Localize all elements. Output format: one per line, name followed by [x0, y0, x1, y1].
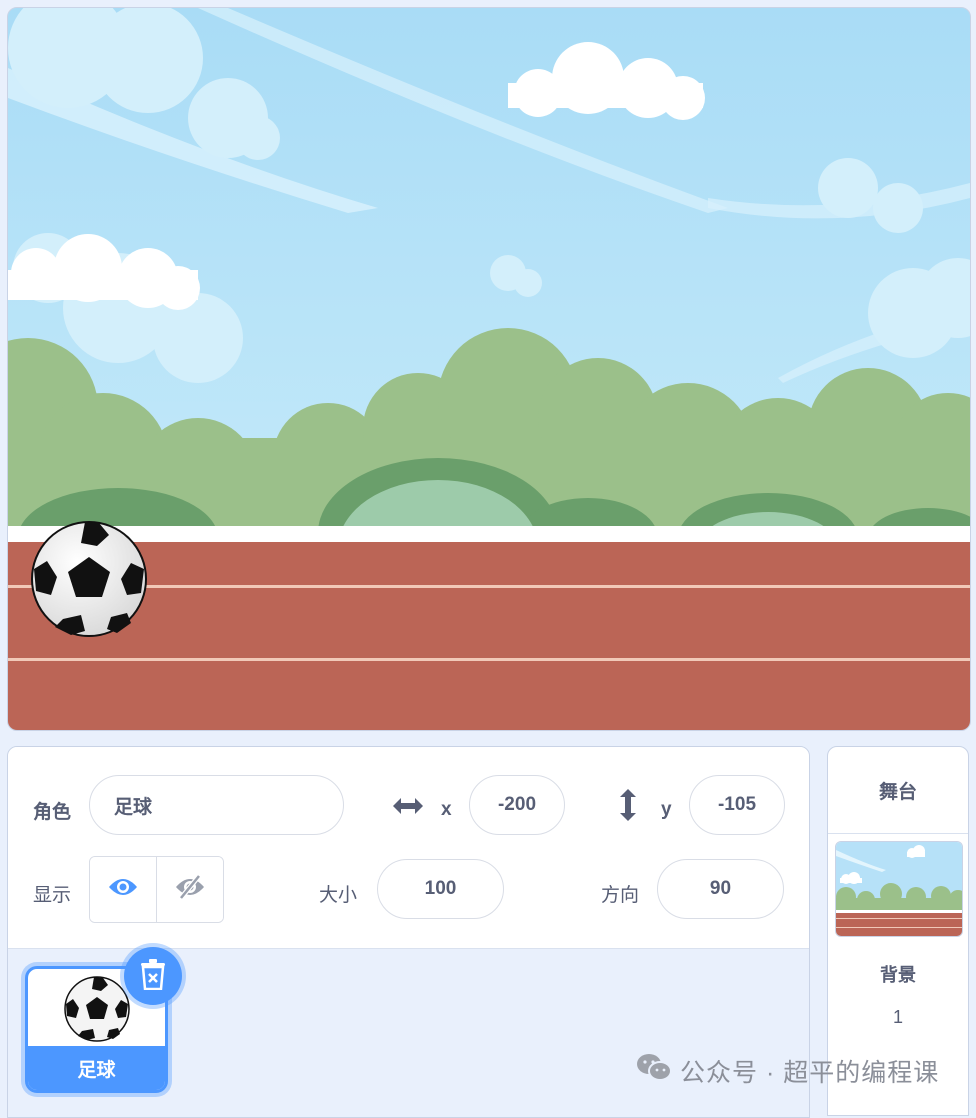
vertical-arrows-icon: [616, 787, 640, 828]
direction-label: 方向: [601, 885, 640, 906]
backdrops-count: 1: [892, 1007, 903, 1027]
x-label: x: [441, 799, 452, 820]
x-position-input[interactable]: -200: [469, 775, 565, 835]
sprite-info-area: 角色 足球 x -200 y -105 显示 大小 100 方向 90: [8, 747, 809, 949]
stage-selector-title: 舞台: [828, 747, 968, 834]
size-label: 大小: [319, 885, 358, 906]
sprite-name-input[interactable]: 足球: [89, 775, 344, 835]
direction-input[interactable]: 90: [657, 859, 784, 919]
trash-icon: [140, 958, 166, 995]
show-label: 显示: [33, 885, 72, 906]
y-label: y: [661, 799, 672, 820]
size-input[interactable]: 100: [377, 859, 504, 919]
stage-canvas[interactable]: [7, 7, 971, 731]
y-position-input[interactable]: -105: [689, 775, 785, 835]
visibility-toggle: [89, 856, 224, 923]
watermark: 公众号 · 超平的编程课: [636, 1052, 939, 1089]
eye-icon: [108, 877, 138, 902]
show-button[interactable]: [90, 857, 156, 922]
soccer-ball-icon: [63, 976, 130, 1042]
watermark-text: 公众号 · 超平的编程课: [680, 1058, 940, 1087]
wechat-icon: [636, 1052, 672, 1089]
horizontal-arrows-icon: [391, 794, 425, 823]
eye-slash-icon: [175, 874, 205, 905]
soccer-ball-sprite[interactable]: [31, 521, 147, 637]
sprite-name-label: 角色: [33, 802, 72, 823]
sprite-tile-name: 足球: [28, 1046, 165, 1090]
delete-sprite-button[interactable]: [124, 947, 182, 1005]
stage-backdrop: [8, 8, 970, 730]
backdrops-label: 背景: [880, 965, 916, 985]
stage-thumbnail[interactable]: [835, 841, 963, 937]
stage-thumbnail-image: [836, 842, 962, 936]
hide-button[interactable]: [156, 857, 223, 922]
